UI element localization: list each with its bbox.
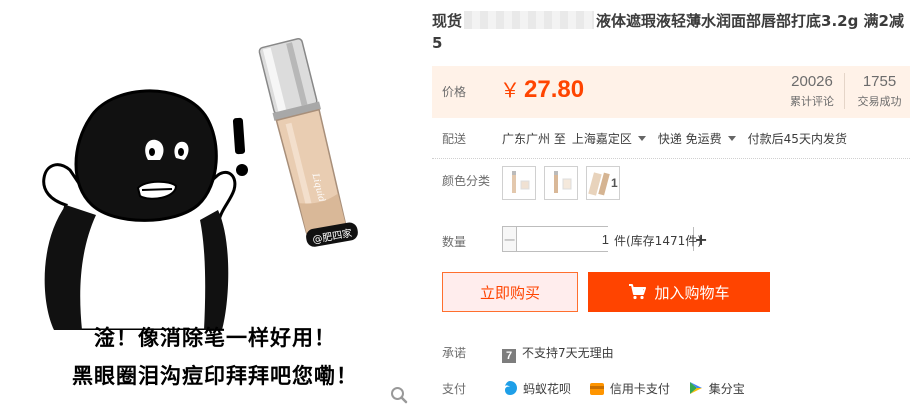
cart-icon [629,284,647,300]
pay-huabei[interactable]: 蚂蚁花呗 [502,380,571,397]
concealer-thumb-icon [512,171,530,193]
color-swatch-2[interactable] [544,166,578,200]
promise-value[interactable]: 7 不支持7天无理由 [502,344,614,363]
magnifier-icon[interactable] [390,386,408,404]
promise-label: 承诺 [442,346,467,360]
add-to-cart-label: 加入购物车 [654,283,730,302]
jifenbao-text: 集分宝 [708,382,745,396]
pay-credit-card[interactable]: 信用卡支付 [589,380,670,397]
price-value: ￥ 27.80 [500,74,584,104]
blurred-brand [464,11,595,29]
buy-now-label: 立即购买 [479,283,540,302]
jifenbao-icon [689,382,702,394]
concealer-thumb-icon: 1 [588,172,618,196]
seven-day-icon: 7 [502,349,516,363]
deals-count: 1755 [862,73,897,90]
buy-now-button[interactable]: 立即购买 [442,272,578,312]
payment-label: 支付 [442,382,467,396]
shipping-label: 配送 [442,132,467,146]
credit-card-icon [589,383,604,395]
dispatch-time: 付款后45天内发货 [747,132,847,146]
payment-methods: 蚂蚁花呗 信用卡支付 集分宝 [502,380,759,397]
currency-symbol: ￥ [500,80,520,102]
huabei-icon [505,381,517,395]
deals-label: 交易成功 [857,95,902,108]
price-amount: 27.80 [524,76,585,103]
product-meme-illustration: Liquid Concealer @肥四家 [42,37,358,332]
color-swatch-3[interactable]: 1 [586,166,620,200]
image-caption-line-1: 淦！像消除笔一样好用！ [94,326,336,350]
ship-from: 广东广州 至 [502,132,566,146]
quantity-stepper: − + [502,226,708,252]
concealer-thumb-icon [554,171,572,193]
decrement-button[interactable]: − [503,227,518,251]
huabei-text: 蚂蚁花呗 [523,382,572,396]
color-label: 颜色分类 [442,174,491,188]
reviews-stat[interactable]: 20026 累计评论 [784,73,840,109]
reviews-count: 20026 [791,73,833,90]
title-prefix: 现货 [432,12,463,30]
svg-text:1: 1 [611,176,618,190]
price-box: 价格 ￥ 27.80 20026 累计评论 1755 交易成功 [432,66,910,118]
reviews-label: 累计评论 [790,95,834,108]
product-title: 现货 液体遮瑕液轻薄水润面部唇部打底3.2g 满2减5 [432,10,910,54]
color-swatch-1[interactable] [502,166,536,200]
quantity-label: 数量 [442,235,467,249]
product-image[interactable]: Liquid Concealer @肥四家 淦！像消除笔一样好用！ 黑眼圈泪沟痘… [0,0,420,412]
image-caption-line-2: 黑眼圈泪沟痘印拜拜吧您嘞！ [72,364,358,388]
ship-method-dropdown[interactable]: 快递 免运费 [658,130,736,147]
stock-text: 件(库存1471件) [614,234,702,248]
promise-text: 不支持7天无理由 [522,346,614,360]
credit-card-text: 信用卡支付 [609,382,670,396]
divider [432,158,910,159]
deals-stat: 1755 交易成功 [844,73,910,109]
pay-jifenbao[interactable]: 集分宝 [688,380,745,397]
price-label: 价格 [442,85,467,99]
ship-to-text: 上海嘉定区 [571,132,632,146]
ship-to-dropdown[interactable]: 上海嘉定区 [572,130,646,147]
chevron-down-icon [637,136,646,141]
add-to-cart-button[interactable]: 加入购物车 [588,272,770,312]
shipping-value: 广东广州 至上海嘉定区 快递 免运费 付款后45天内发货 [502,130,859,147]
ship-method-text: 快递 免运费 [657,132,722,146]
chevron-down-icon [727,136,736,141]
product-info-panel: 现货 液体遮瑕液轻薄水润面部唇部打底3.2g 满2减5 价格 ￥ 27.80 200… [432,0,924,412]
